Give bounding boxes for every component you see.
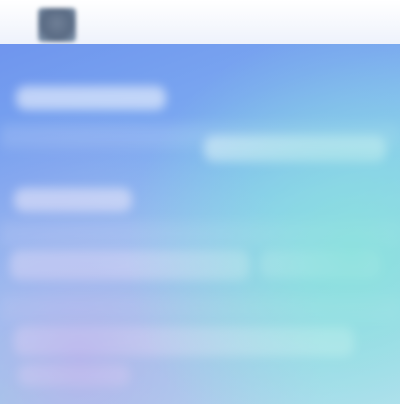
blurred-text-line	[18, 364, 130, 386]
blurred-text-line	[16, 86, 166, 110]
blurred-text-line	[14, 188, 132, 212]
text-line-label	[260, 250, 261, 251]
background-stripe	[0, 222, 400, 246]
blurred-text-line	[14, 326, 354, 356]
blurred-text-line	[204, 136, 386, 162]
text-line-label	[10, 250, 11, 251]
blurred-content-area	[0, 44, 400, 404]
blurred-text-line	[260, 250, 380, 278]
blurred-text-line	[10, 250, 250, 280]
avatar-icon[interactable]	[38, 8, 76, 42]
text-line-label	[14, 326, 15, 327]
background-stripe	[0, 296, 400, 320]
text-line-label	[14, 188, 15, 189]
text-line-label	[18, 364, 19, 365]
top-bar	[0, 0, 400, 44]
text-line-label	[16, 86, 17, 87]
